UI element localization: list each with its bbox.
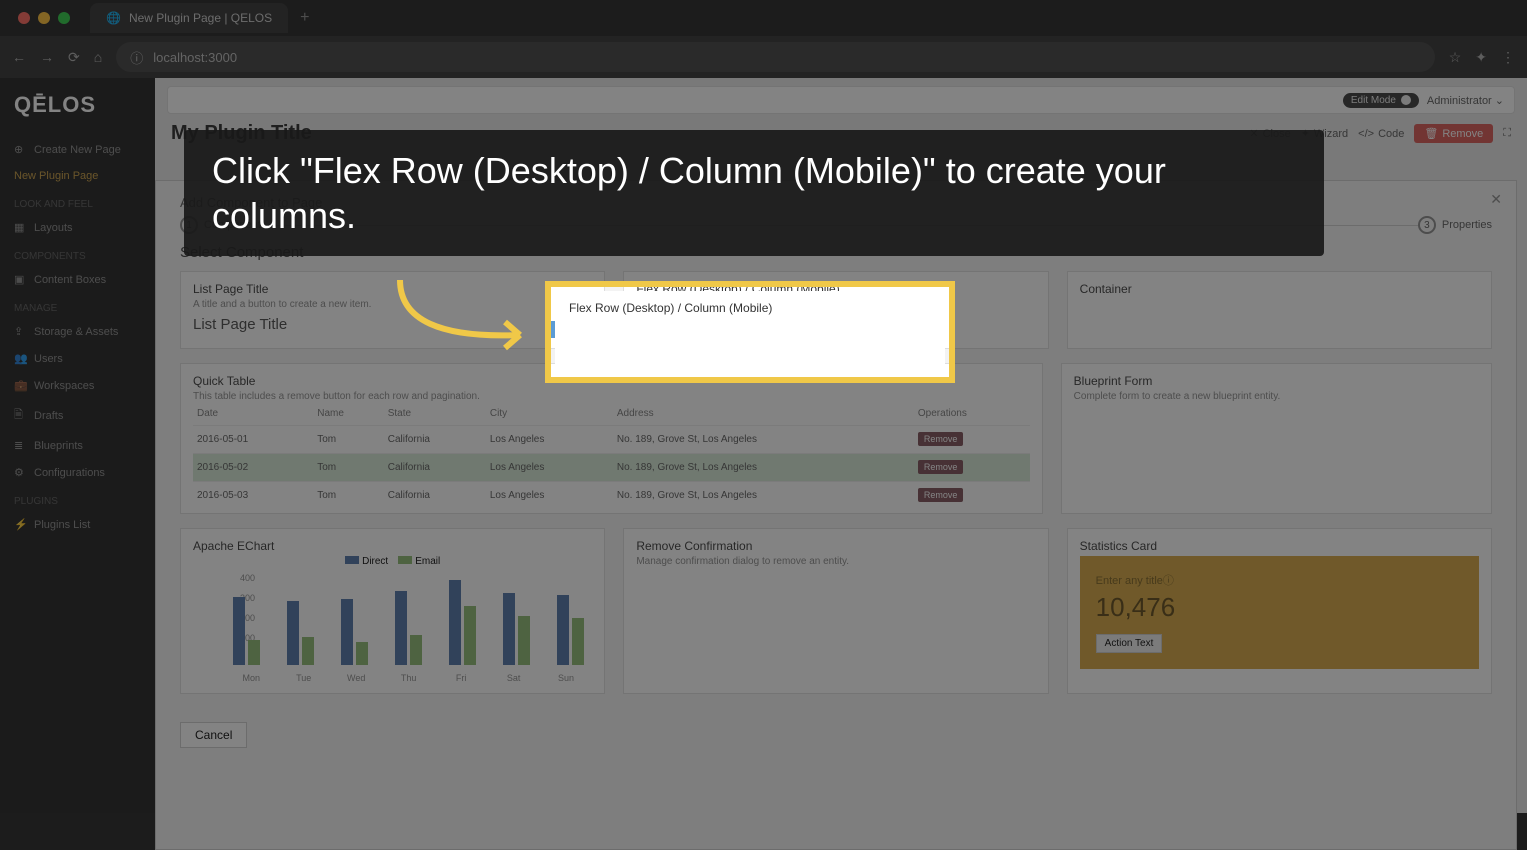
add-component-modal: ✕ Add Component to Page 1Component 3Prop… [155, 180, 1517, 850]
sidebar: QĒLOS ⊕Create New Page New Plugin Page L… [0, 78, 155, 813]
sidebar-new-plugin-page[interactable]: New Plugin Page [0, 163, 155, 189]
component-cards-row3: Apache EChart Direct Email 4003002001000… [180, 528, 1492, 694]
gear-icon: ⚙ [14, 466, 26, 479]
card-apache-echart[interactable]: Apache EChart Direct Email 4003002001000… [180, 528, 605, 694]
back-button[interactable]: ← [12, 49, 26, 65]
sidebar-blueprints[interactable]: ≣Blueprints [0, 432, 155, 459]
address-bar: ← → ⟳ ⌂ ⓘ localhost:3000 ☆ ✦ ⋮ [0, 36, 1527, 78]
sidebar-content-boxes[interactable]: ▣Content Boxes [0, 266, 155, 293]
sidebar-drafts[interactable]: 🗎Drafts [0, 399, 155, 432]
legend-direct-icon [345, 556, 359, 564]
sidebar-create-new-page[interactable]: ⊕Create New Page [0, 136, 155, 163]
sidebar-configurations[interactable]: ⚙Configurations [0, 459, 155, 486]
tutorial-tooltip: Click "Flex Row (Desktop) / Column (Mobi… [184, 130, 1324, 256]
tutorial-arrow-icon [390, 270, 550, 380]
maximize-window-icon[interactable] [58, 12, 70, 24]
tab-bar: 🌐 New Plugin Page | QELOS + [0, 0, 1527, 36]
component-cards-row1: List Page Title A title and a button to … [180, 271, 1492, 349]
cancel-button[interactable]: Cancel [180, 722, 247, 748]
sidebar-workspaces[interactable]: 💼Workspaces [0, 372, 155, 399]
legend-email-icon [398, 556, 412, 564]
sidebar-heading-components: COMPONENTS [0, 241, 155, 266]
stats-action-button: Action Text [1096, 634, 1163, 653]
forward-button[interactable]: → [40, 49, 54, 65]
window-controls [8, 12, 80, 24]
trash-icon: 🗑 [1424, 127, 1438, 140]
browser-tab[interactable]: 🌐 New Plugin Page | QELOS [90, 3, 288, 33]
blueprint-icon: ≣ [14, 439, 26, 452]
help-icon: ⓘ [1163, 575, 1174, 587]
document-icon: 🗎 [14, 406, 26, 425]
menu-icon[interactable]: ⋮ [1501, 49, 1515, 66]
sidebar-layouts[interactable]: ▦Layouts [0, 214, 155, 241]
box-icon: ▣ [14, 273, 26, 286]
card-statistics-card[interactable]: Statistics Card Enter any titleⓘ 10,476 … [1067, 528, 1492, 694]
card-blueprint-form[interactable]: Blueprint Form Complete form to create a… [1061, 363, 1492, 514]
code-button[interactable]: </>Code [1358, 128, 1404, 140]
storage-icon: ⇪ [14, 325, 26, 338]
chart-plot: 4003002001000 MonTueWedThuFriSatSun [225, 573, 592, 683]
code-icon: </> [1358, 128, 1374, 140]
grid-icon: ▦ [14, 221, 26, 234]
plugin-icon: ⚡ [14, 518, 26, 531]
sidebar-heading-look-feel: LOOK AND FEEL [0, 189, 155, 214]
new-tab-button[interactable]: + [300, 9, 309, 27]
users-icon: 👥 [14, 352, 26, 365]
chevron-down-icon: ⌄ [1495, 95, 1504, 107]
edit-mode-toggle[interactable]: Edit Mode [1343, 93, 1419, 108]
sidebar-heading-manage: MANAGE [0, 293, 155, 318]
sidebar-storage[interactable]: ⇪Storage & Assets [0, 318, 155, 345]
browser-chrome: 🌐 New Plugin Page | QELOS + ← → ⟳ ⌂ ⓘ lo… [0, 0, 1527, 78]
quick-table-preview: DateNameStateCityAddressOperations 2016-… [193, 402, 1030, 509]
chart-legend: Direct Email [193, 556, 592, 567]
sidebar-users[interactable]: 👥Users [0, 345, 155, 372]
remove-button[interactable]: 🗑Remove [1414, 124, 1493, 143]
tab-title: New Plugin Page | QELOS [129, 11, 272, 25]
card-quick-table[interactable]: Quick Table This table includes a remove… [180, 363, 1043, 514]
component-cards-row2: Quick Table This table includes a remove… [180, 363, 1492, 514]
plus-icon: ⊕ [14, 143, 26, 156]
user-menu[interactable]: Administrator ⌄ [1427, 94, 1504, 107]
card-flex-row[interactable]: Flex Row (Desktop) / Column (Mobile) [623, 271, 1048, 349]
close-window-icon[interactable] [18, 12, 30, 24]
globe-icon: 🌐 [106, 11, 121, 25]
extensions-icon[interactable]: ✦ [1475, 49, 1487, 66]
briefcase-icon: 💼 [14, 379, 26, 392]
reload-button[interactable]: ⟳ [68, 49, 80, 66]
step-3[interactable]: 3Properties [1418, 216, 1492, 234]
url-text: localhost:3000 [153, 50, 237, 65]
sidebar-heading-plugins: PLUGINS [0, 486, 155, 511]
toggle-knob-icon [1401, 95, 1411, 105]
minimize-window-icon[interactable] [38, 12, 50, 24]
sidebar-plugins-list[interactable]: ⚡Plugins List [0, 511, 155, 538]
home-button[interactable]: ⌂ [94, 49, 102, 65]
create-preview-button: Create [548, 321, 594, 338]
modal-close-button[interactable]: ✕ [1490, 191, 1502, 208]
card-remove-confirmation[interactable]: Remove Confirmation Manage confirmation … [623, 528, 1048, 694]
topbar: Edit Mode Administrator ⌄ [167, 86, 1515, 114]
logo: QĒLOS [0, 88, 155, 136]
expand-icon[interactable]: ⛶ [1503, 127, 1511, 140]
site-info-icon: ⓘ [130, 48, 143, 67]
bookmark-icon[interactable]: ☆ [1449, 49, 1462, 66]
stats-preview: Enter any titleⓘ 10,476 Action Text [1080, 556, 1479, 669]
card-container[interactable]: Container [1067, 271, 1492, 349]
url-input[interactable]: ⓘ localhost:3000 [116, 42, 1435, 72]
